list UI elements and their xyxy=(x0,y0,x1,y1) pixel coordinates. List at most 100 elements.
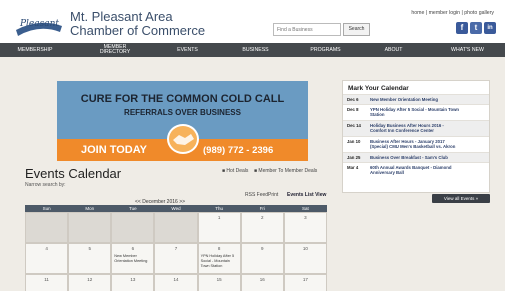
org-name-line2: Chamber of Commerce xyxy=(70,23,206,38)
search-button[interactable]: Search xyxy=(343,23,370,36)
event-date: Jan 25 xyxy=(347,155,361,160)
calendar-day-cell[interactable]: 11 xyxy=(25,274,69,291)
org-name-line1: Mt. Pleasant Area xyxy=(70,9,173,24)
calendar-day-cell[interactable] xyxy=(111,212,155,243)
site-header: Pleasant Mt. Pleasant Area Chamber of Co… xyxy=(0,0,505,43)
linkedin-icon[interactable]: in xyxy=(484,22,496,34)
weekday-fri: Fri xyxy=(259,206,265,211)
calendar-day-cell[interactable]: 10 xyxy=(283,243,327,274)
twitter-icon[interactable]: t xyxy=(470,22,482,34)
calendar-event-link[interactable]: New Member Orientation Meeting xyxy=(114,254,153,264)
day-number: 16 xyxy=(259,277,265,282)
calendar-day-cell[interactable]: 3 xyxy=(283,212,327,243)
day-number: 6 xyxy=(131,246,135,251)
find-business-input[interactable] xyxy=(273,23,341,36)
top-links: home | member login | photo gallery xyxy=(411,10,494,16)
event-title-link[interactable]: New Member Orientation Meeting xyxy=(370,97,438,103)
weekday-sat: Sat xyxy=(302,206,309,211)
calendar-day-cell[interactable] xyxy=(25,212,69,243)
calendar-day-cell[interactable]: 16 xyxy=(240,274,284,291)
member-deals-label: Member To Member Deals xyxy=(258,168,318,174)
join-today-text: JOIN TODAY xyxy=(81,144,148,156)
day-number: 1 xyxy=(217,215,221,220)
mark-calendar-item[interactable]: Jan 10 Business After Hours - January 201… xyxy=(343,136,489,152)
event-title-link[interactable]: 60th Annual Awards Banquet - Diamond Anni… xyxy=(370,165,452,176)
banner-subheadline: REFERRALS OVER BUSINESS xyxy=(124,108,241,117)
calendar-day-cell[interactable]: 4 xyxy=(25,243,69,274)
nav-events[interactable]: EVENTS xyxy=(160,43,215,57)
calendar-day-cell[interactable] xyxy=(68,212,112,243)
photo-gallery-link[interactable]: photo gallery xyxy=(464,10,494,16)
weekday-thu: Thu xyxy=(215,206,224,211)
day-number: 15 xyxy=(216,277,222,282)
calendar-day-cell[interactable]: 13 xyxy=(111,274,155,291)
event-title-line: Comfort Inn Conference Center xyxy=(370,128,434,133)
calendar-day-cell[interactable]: 2 xyxy=(240,212,284,243)
narrow-search-select[interactable]: Narrow search by: xyxy=(25,182,66,188)
member-deals-link[interactable]: ■ Member To Member Deals xyxy=(254,168,317,174)
event-title-link[interactable]: Holiday Business After Hours 2016 - Comfo… xyxy=(370,123,444,134)
membership-banner[interactable]: CURE FOR THE COMMON COLD CALL REFERRALS … xyxy=(57,81,308,161)
mark-calendar-item[interactable]: Mar 4 60th Annual Awards Banquet - Diamon… xyxy=(343,162,489,178)
event-date: Dec 6 xyxy=(347,97,359,102)
weekday-sun: Sun xyxy=(42,206,51,211)
events-list-view-link[interactable]: Events List View xyxy=(287,192,326,198)
day-number: 3 xyxy=(304,215,307,220)
calendar-day-cell[interactable] xyxy=(154,212,198,243)
event-date: Mar 4 xyxy=(347,165,359,170)
day-number: 5 xyxy=(88,246,91,251)
day-number: 7 xyxy=(174,246,178,251)
weekday-mon: Mon xyxy=(85,206,95,211)
view-all-events-button[interactable]: View all Events » xyxy=(432,194,490,203)
mark-calendar-item[interactable]: Dec 6 New Member Orientation Meeting xyxy=(343,94,489,104)
event-title-link[interactable]: Business Over Breakfast - Sam's Club xyxy=(370,155,448,161)
event-title-line: Station xyxy=(370,112,385,117)
rss-feed-link[interactable]: RSS Feed xyxy=(245,192,268,198)
phone-number: (989) 772 - 2396 xyxy=(203,145,274,156)
hot-deals-label: Hot Deals xyxy=(226,168,249,174)
calendar-day-cell[interactable]: 12 xyxy=(68,274,112,291)
calendar-day-cell[interactable]: 7 xyxy=(154,243,198,274)
facebook-icon[interactable]: f xyxy=(456,22,468,34)
calendar-weekday-header: Sun Mon Tue Wed Thu Fri Sat xyxy=(25,205,327,212)
nav-business[interactable]: BUSINESS xyxy=(228,43,283,57)
calendar-day-cell[interactable]: 1 xyxy=(197,212,241,243)
day-number: 8 xyxy=(217,246,221,251)
nav-whats-new[interactable]: WHAT'S NEW xyxy=(435,43,500,57)
mark-calendar-item[interactable]: Dec 14 Holiday Business After Hours 2016 … xyxy=(343,120,489,136)
event-title-line: (Special) CMU Men's Basketball vs. Akron xyxy=(370,144,456,149)
mark-your-calendar-panel: Mark Your Calendar Dec 6 New Member Orien… xyxy=(342,80,490,193)
day-number: 14 xyxy=(173,277,179,282)
events-calendar-title: Events Calendar xyxy=(25,166,122,181)
calendar-day-cell[interactable]: 6 New Member Orientation Meeting xyxy=(111,243,155,274)
calendar-day-cell[interactable]: 15 xyxy=(197,274,241,291)
calendar-event-link[interactable]: YPN Holiday After 5 Social - Mountain Town… xyxy=(201,254,240,269)
weekday-wed: Wed xyxy=(171,206,181,211)
event-date: Dec 8 xyxy=(347,107,359,112)
calendar-day-cell[interactable]: 9 xyxy=(240,243,284,274)
print-link[interactable]: Print xyxy=(268,192,278,198)
event-text-line: Town Station xyxy=(200,264,223,268)
nav-programs[interactable]: PROGRAMS xyxy=(298,43,353,57)
event-date: Dec 14 xyxy=(347,123,361,128)
nav-member-directory[interactable]: MEMBER DIRECTORY xyxy=(95,43,135,57)
day-number: 9 xyxy=(261,246,264,251)
main-nav: MEMBERSHIP MEMBER DIRECTORY EVENTS BUSIN… xyxy=(0,43,505,57)
calendar-day-cell[interactable]: 14 xyxy=(154,274,198,291)
nav-membership[interactable]: MEMBERSHIP xyxy=(0,43,70,57)
event-title-link[interactable]: YPN Holiday After 5 Social - Mountain To… xyxy=(370,107,459,118)
event-title-link[interactable]: Business After Hours - January 2017 (Spec… xyxy=(370,139,455,150)
chamber-logo[interactable]: Pleasant xyxy=(14,12,64,38)
home-link[interactable]: home xyxy=(411,10,424,16)
day-number: 12 xyxy=(87,277,93,282)
nav-about[interactable]: ABOUT xyxy=(366,43,421,57)
member-login-link[interactable]: member login xyxy=(429,10,460,16)
hot-deals-link[interactable]: ■ Hot Deals xyxy=(222,168,248,174)
calendar-day-cell[interactable]: 17 xyxy=(283,274,327,291)
mark-calendar-item[interactable]: Jan 25 Business Over Breakfast - Sam's Cl… xyxy=(343,152,489,162)
day-number: 17 xyxy=(302,277,308,282)
calendar-day-cell[interactable]: 5 xyxy=(68,243,112,274)
calendar-day-cell[interactable]: 8 YPN Holiday After 5 Social - Mountain Tow… xyxy=(197,243,241,274)
event-title-line: Business Over Breakfast - Sam's Club xyxy=(370,154,448,160)
mark-calendar-item[interactable]: Dec 8 YPN Holiday After 5 Social - Mounta… xyxy=(343,104,489,120)
